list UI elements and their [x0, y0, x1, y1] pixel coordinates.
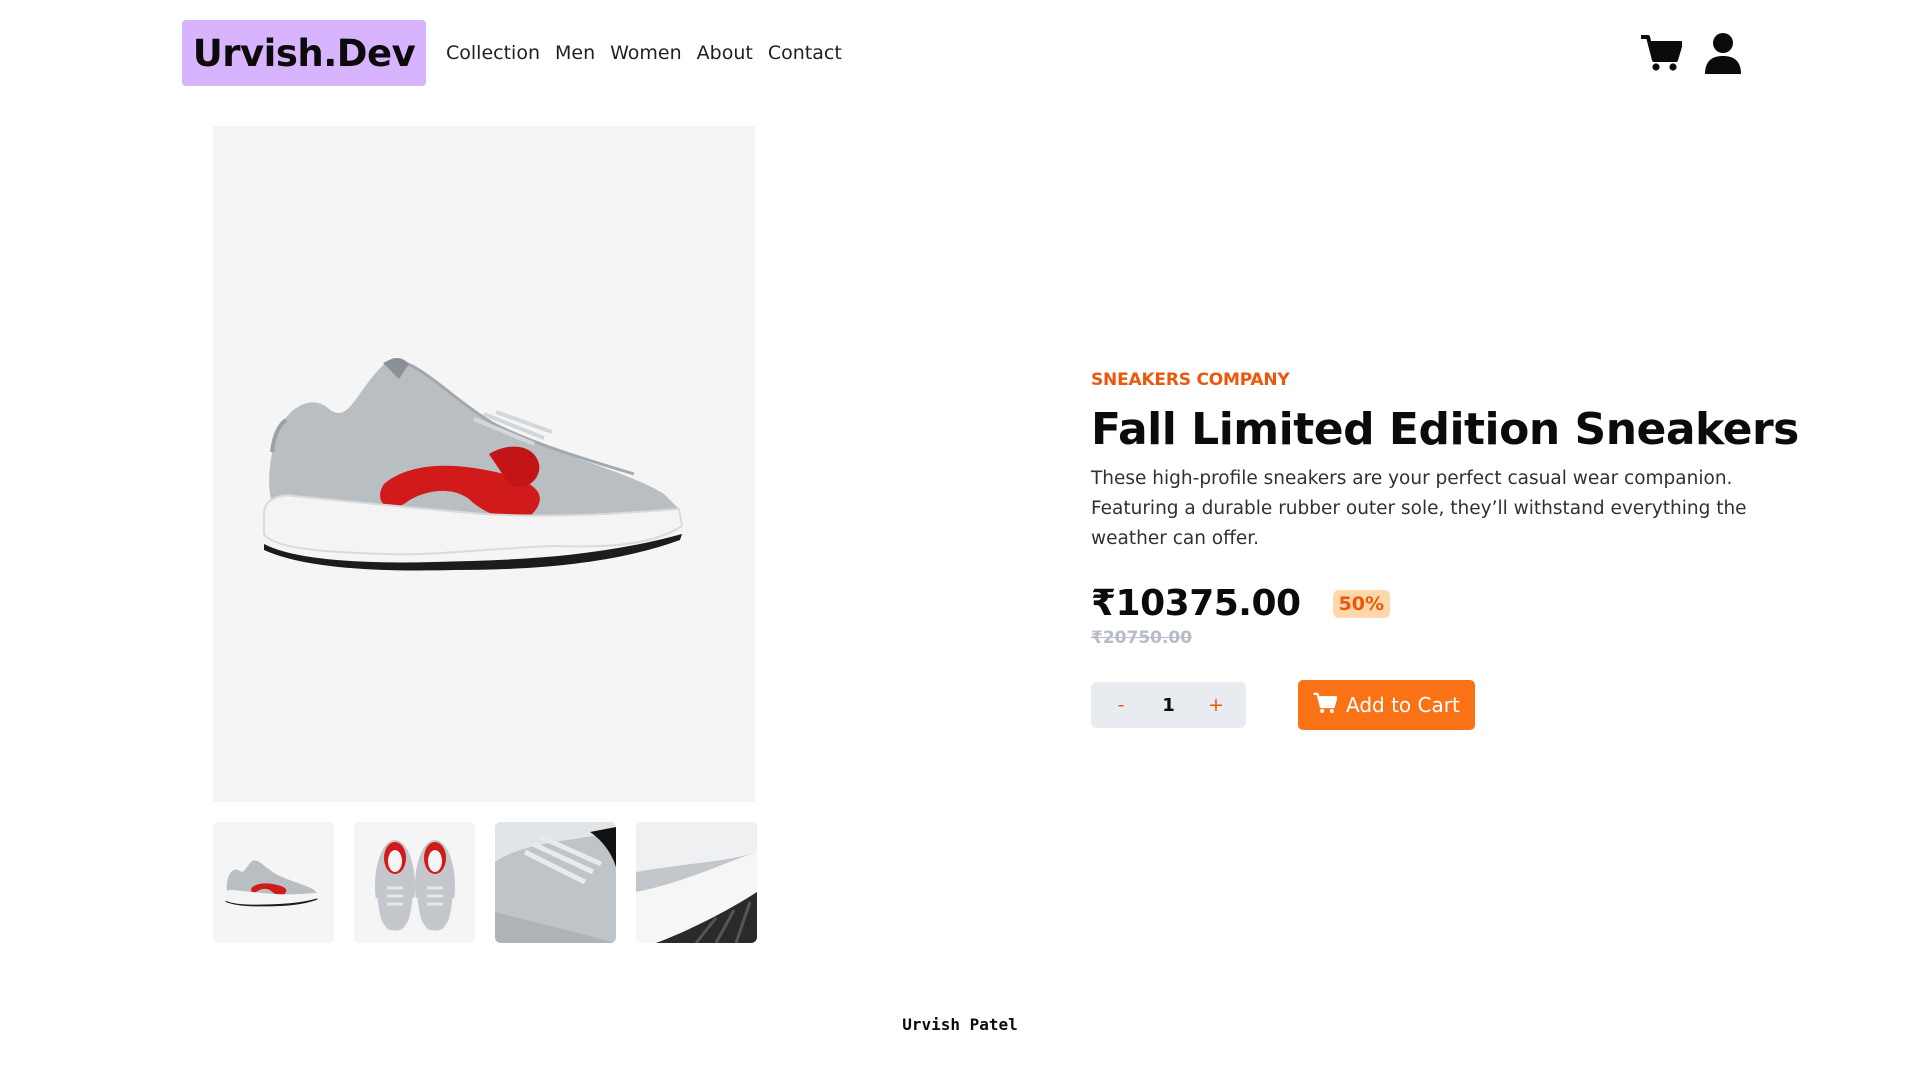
cart-icon[interactable]	[1638, 30, 1684, 76]
nav-link-about[interactable]: About	[697, 42, 753, 64]
discount-badge: 50%	[1332, 589, 1391, 618]
quantity-increase-button[interactable]: +	[1208, 694, 1224, 716]
add-to-cart-label: Add to Cart	[1346, 693, 1460, 718]
purchase-actions: - 1 + Add to Cart	[1091, 680, 1831, 731]
thumbnail-closeup-laces[interactable]	[495, 822, 616, 943]
add-to-cart-button[interactable]: Add to Cart	[1298, 680, 1475, 731]
original-price: ₹20750.00	[1091, 628, 1193, 649]
quantity-decrease-button[interactable]: -	[1113, 694, 1129, 716]
header-actions	[1638, 30, 1746, 76]
thumbnail-side-view[interactable]	[213, 822, 334, 943]
nav-link-contact[interactable]: Contact	[768, 42, 842, 64]
quantity-stepper: - 1 +	[1091, 682, 1246, 729]
product-title: Fall Limited Edition Sneakers	[1091, 404, 1799, 455]
header: Urvish.Dev Collection Men Women About Co…	[0, 0, 1920, 108]
thumbnail-strip	[213, 822, 757, 943]
nav-link-collection[interactable]: Collection	[446, 42, 540, 64]
logo[interactable]: Urvish.Dev	[182, 20, 426, 86]
product-page: Urvish.Dev Collection Men Women About Co…	[0, 0, 1920, 1080]
thumbnail-top-view[interactable]	[354, 822, 475, 943]
company-name: SNEAKERS COMPANY	[1091, 370, 1290, 390]
main-nav: Collection Men Women About Contact	[446, 42, 842, 64]
user-icon[interactable]	[1700, 30, 1746, 76]
quantity-value: 1	[1162, 694, 1175, 716]
thumbnail-closeup-sole[interactable]	[636, 822, 757, 943]
main-product-image[interactable]	[213, 126, 755, 802]
nav-link-men[interactable]: Men	[555, 42, 595, 64]
cart-icon	[1313, 692, 1338, 719]
nav-link-women[interactable]: Women	[610, 42, 682, 64]
sneaker-side-image	[263, 358, 684, 571]
price-row: ₹10375.00 50%	[1091, 583, 1831, 624]
product-info: SNEAKERS COMPANY Fall Limited Edition Sn…	[1091, 370, 1831, 731]
current-price: ₹10375.00	[1091, 583, 1301, 625]
footer-credit: Urvish Patel	[902, 1015, 1018, 1034]
product-description: These high-profile sneakers are your per…	[1091, 468, 1747, 549]
